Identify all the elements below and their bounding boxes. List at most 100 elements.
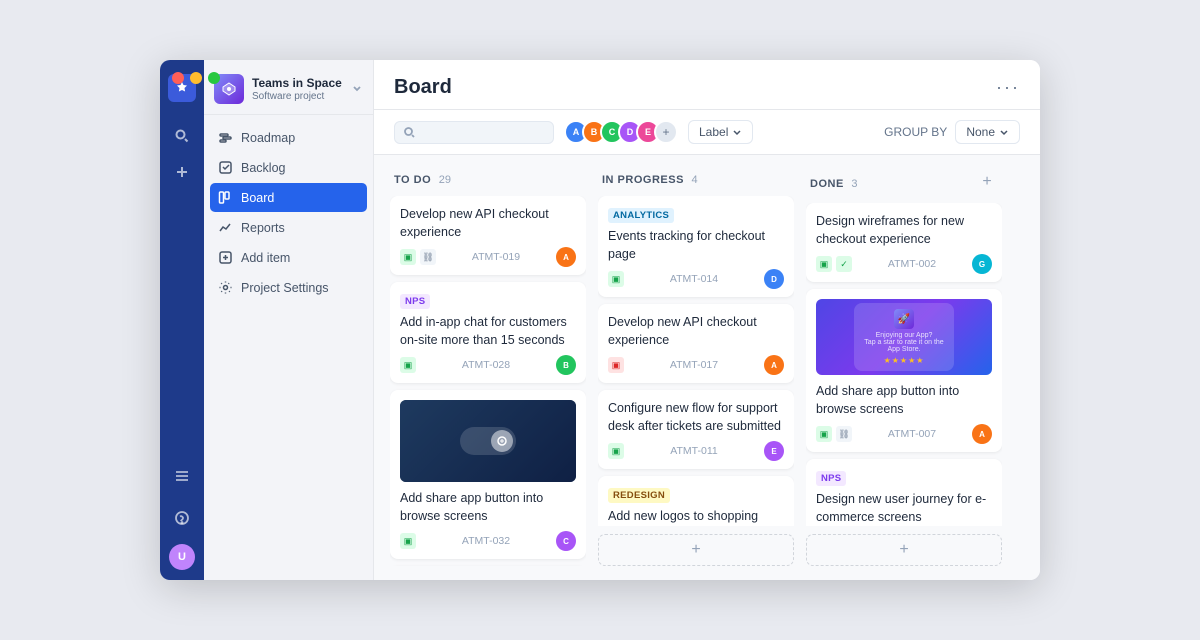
card-id: ATMT-028 (462, 359, 510, 371)
user-avatar-bar[interactable]: U (169, 544, 195, 570)
link-icon: ⛓ (836, 426, 852, 442)
done-cards: Design wireframes for new checkout exper… (806, 203, 1002, 526)
card-id: ATMT-011 (670, 445, 717, 457)
todo-cards: Develop new API checkout experience ▣ ⛓ … (390, 196, 586, 566)
card-id: ATMT-017 (670, 359, 718, 371)
sidebar-label-reports: Reports (241, 221, 285, 235)
card-id: ATMT-032 (462, 535, 510, 547)
status-icon: ▣ (816, 426, 832, 442)
card-tag: NPS (816, 471, 846, 486)
card-footer: ▣ ⛓ ATMT-019 A (400, 247, 576, 267)
card-icons: ▣ ✓ (816, 256, 852, 272)
inprogress-cards: ANALYTICS Events tracking for checkout p… (598, 196, 794, 526)
card-id: ATMT-014 (670, 273, 718, 285)
icon-bar: U (160, 60, 204, 580)
search-box[interactable] (394, 121, 554, 144)
add-assignee-button[interactable]: + (654, 120, 678, 144)
card-atmt-002[interactable]: Design wireframes for new checkout exper… (806, 203, 1002, 282)
status-icon: ▣ (816, 256, 832, 272)
inprogress-column-header: IN PROGRESS 4 (598, 169, 794, 188)
project-selector[interactable]: Teams in Space Software project (204, 60, 373, 115)
card-atmt-005[interactable]: NPS Design new user journey for e-commer… (806, 459, 1002, 526)
sidebar: Teams in Space Software project R (204, 60, 374, 580)
sidebar-item-reports[interactable]: Reports (210, 213, 367, 242)
header-actions: ··· (996, 77, 1020, 98)
card-tag: NPS (400, 294, 430, 309)
help-icon-bar[interactable] (164, 502, 200, 534)
sidebar-item-add-item[interactable]: Add item (210, 243, 367, 272)
search-icon (403, 126, 416, 139)
sidebar-label-backlog: Backlog (241, 161, 285, 175)
stars: ★★★★★ (884, 356, 925, 365)
sidebar-item-board[interactable]: Board (210, 183, 367, 212)
sidebar-item-roadmap[interactable]: Roadmap (210, 123, 367, 152)
card-avatar: A (972, 424, 992, 444)
card-footer: ▣ ATMT-032 C (400, 531, 576, 551)
card-tag: ANALYTICS (608, 208, 674, 223)
done-bottom-add-button[interactable]: + (806, 534, 1002, 566)
card-footer: ▣ ✓ ATMT-002 G (816, 254, 992, 274)
app-store-text: Enjoying our App?Tap a star to rate it o… (864, 332, 943, 353)
card-avatar: E (764, 441, 784, 461)
card-atmt-011[interactable]: Configure new flow for support desk afte… (598, 390, 794, 469)
search-icon-bar[interactable] (164, 120, 200, 152)
card-avatar: G (972, 254, 992, 274)
link-icon: ⛓ (420, 249, 436, 265)
card-title: Design wireframes for new checkout exper… (816, 213, 992, 248)
card-title: Design new user journey for e-commerce s… (816, 491, 992, 526)
card-atmt-017[interactable]: Develop new API checkout experience ▣ AT… (598, 304, 794, 383)
main-header: Board ··· (374, 60, 1040, 110)
card-title: Configure new flow for support desk afte… (608, 400, 784, 435)
minimize-button[interactable] (190, 72, 202, 84)
card-footer: ▣ ATMT-017 A (608, 355, 784, 375)
card-title: Develop new API checkout experience (400, 206, 576, 241)
status-icon: ▣ (400, 533, 416, 549)
card-icons: ▣ ⛓ (400, 249, 436, 265)
done-column-header: DONE 3 + (806, 169, 1002, 195)
group-by-label: GROUP BY (884, 125, 947, 139)
card-icons: ▣ (400, 533, 416, 549)
card-avatar: D (764, 269, 784, 289)
sidebar-label-board: Board (241, 191, 274, 205)
project-chevron-icon[interactable] (351, 82, 363, 97)
more-options-button[interactable]: ··· (996, 77, 1020, 98)
assignee-avatars[interactable]: A B C D E + (564, 120, 678, 144)
sidebar-label-project-settings: Project Settings (241, 281, 329, 295)
card-icons: ▣ (400, 357, 416, 373)
inprogress-add-button[interactable]: + (598, 534, 794, 566)
card-atmt-007-done[interactable]: 🚀 Enjoying our App?Tap a star to rate it… (806, 289, 1002, 452)
close-button[interactable] (172, 72, 184, 84)
status-icon: ▣ (608, 271, 624, 287)
card-atmt-019[interactable]: Develop new API checkout experience ▣ ⛓ … (390, 196, 586, 275)
todo-count: 29 (439, 174, 451, 186)
todo-title: TO DO (394, 174, 431, 186)
sidebar-item-project-settings[interactable]: Project Settings (210, 273, 367, 302)
card-atmt-032[interactable]: Add share app button into browse screens… (390, 390, 586, 559)
card-icons: ▣ ⛓ (816, 426, 852, 442)
card-atmt-028[interactable]: NPS Add in-app chat for customers on-sit… (390, 282, 586, 383)
menu-icon-bar[interactable] (164, 460, 200, 492)
project-type: Software project (252, 91, 343, 102)
card-title: Add share app button into browse screens (400, 490, 576, 525)
card-atmt-007-ip[interactable]: REDESIGN Add new logos to shopping scree… (598, 476, 794, 526)
app-store-image: 🚀 Enjoying our App?Tap a star to rate it… (816, 299, 992, 375)
maximize-button[interactable] (208, 72, 220, 84)
done-add-button[interactable]: + (976, 171, 998, 193)
card-atmt-014[interactable]: ANALYTICS Events tracking for checkout p… (598, 196, 794, 297)
done-title: DONE (810, 178, 844, 190)
card-footer: ▣ ⛓ ATMT-007 A (816, 424, 992, 444)
todo-column-header: TO DO 29 (390, 169, 586, 188)
card-title: Develop new API checkout experience (608, 314, 784, 349)
card-id: ATMT-019 (472, 251, 520, 263)
sidebar-item-backlog[interactable]: Backlog (210, 153, 367, 182)
main-content: Board ··· A B C D E + (374, 60, 1040, 580)
done-count: 3 (851, 178, 857, 190)
add-icon-bar[interactable] (164, 156, 200, 188)
label-filter-button[interactable]: Label (688, 120, 753, 144)
card-avatar: A (764, 355, 784, 375)
card-footer: ▣ ATMT-014 D (608, 269, 784, 289)
card-title: Add share app button into browse screens (816, 383, 992, 418)
sidebar-label-add-item: Add item (241, 251, 290, 265)
group-by-button[interactable]: None (955, 120, 1020, 144)
check-icon: ✓ (836, 256, 852, 272)
